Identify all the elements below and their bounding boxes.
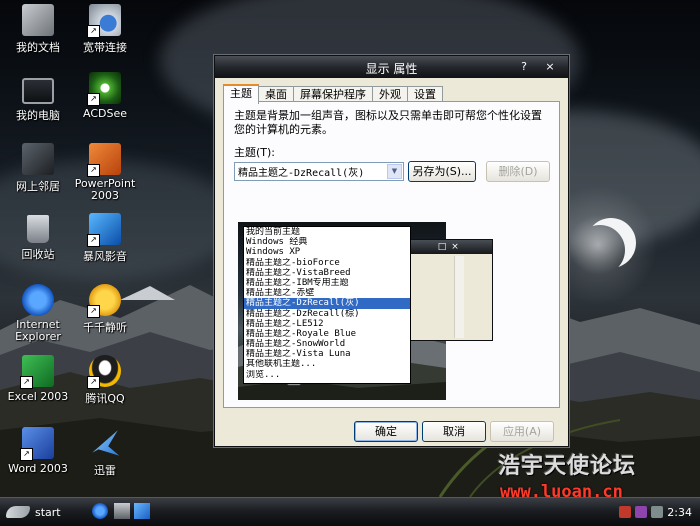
network-neighborhood-icon xyxy=(22,143,54,175)
theme-option[interactable]: 精品主题之-赤壁 xyxy=(244,288,410,298)
quicklaunch-browser-icon[interactable] xyxy=(134,503,150,519)
theme-option[interactable]: 精品主题之-DzRecall(棕) xyxy=(244,309,410,319)
tray-security-icon[interactable] xyxy=(619,506,632,518)
desktop-icon-label: 迅雷 xyxy=(94,464,116,477)
documents-folder-icon xyxy=(22,4,54,36)
system-tray: 2:34 xyxy=(610,498,700,526)
desktop-icon-label: ACDSee xyxy=(83,107,127,120)
theme-option[interactable]: 精品主题之-IBM专用主题 xyxy=(244,278,410,288)
thunder-icon xyxy=(92,430,120,456)
theme-option[interactable]: 精品主题之-DzRecall(灰) xyxy=(244,298,410,309)
desktop-icon-recycle-bin[interactable]: 回收站 xyxy=(0,213,76,262)
start-button[interactable]: start xyxy=(6,502,68,522)
word-icon: ↗ xyxy=(20,427,54,461)
chevron-down-icon[interactable]: ▼ xyxy=(387,164,402,179)
desktop-icon-label: Word 2003 xyxy=(8,462,68,475)
desktop-icon-label: 我的电脑 xyxy=(16,109,60,122)
display-properties-dialog: 显示 属性 ? × 主题 桌面 屏幕保护程序 外观 设置 主题是背景加一组声音，… xyxy=(214,55,569,447)
theme-option[interactable]: Windows 经典 xyxy=(244,237,410,247)
qq-icon: ↗ xyxy=(87,355,121,389)
desktop-icon-label: Excel 2003 xyxy=(7,390,69,403)
desktop-icon-label: 腾讯QQ xyxy=(85,392,125,405)
desktop-icon-qq[interactable]: ↗ 腾讯QQ xyxy=(67,355,143,406)
tray-clock[interactable]: 2:34 xyxy=(667,506,692,519)
desktop-icon-ttplayer[interactable]: ↗ 千千静听 xyxy=(67,284,143,335)
dialog-titlebar[interactable]: 显示 属性 ? × xyxy=(215,56,568,78)
desktop-icon-thunder[interactable]: 迅雷 xyxy=(67,427,143,478)
theme-option[interactable]: 精品主题之-SnowWorld xyxy=(244,339,410,349)
powerpoint-icon: ↗ xyxy=(87,143,121,177)
tray-volume-icon[interactable] xyxy=(651,506,664,518)
quicklaunch-ie-icon[interactable] xyxy=(92,503,108,519)
theme-option[interactable]: Windows XP xyxy=(244,247,410,257)
start-label: start xyxy=(35,505,61,519)
desktop-icon-network[interactable]: 网上邻居 xyxy=(0,143,76,194)
theme-option[interactable]: 精品主题之-Royale Blue xyxy=(244,329,410,339)
themes-tab-panel: 主题是背景加一组声音，图标以及只需单击即可帮您个性化设置您的计算机的元素。 主题… xyxy=(223,101,560,408)
desktop-icon-label: 回收站 xyxy=(21,248,55,261)
watermark-site-name: 浩宇天使论坛 xyxy=(498,453,637,479)
desktop-icon-broadband[interactable]: ↗ 宽带连接 xyxy=(67,4,143,55)
close-button[interactable]: × xyxy=(542,59,558,74)
desktop-icon-label: 宽带连接 xyxy=(83,41,127,54)
help-button[interactable]: ? xyxy=(516,59,532,74)
stormplayer-icon: ↗ xyxy=(87,213,121,247)
start-logo-icon xyxy=(6,506,30,518)
desktop-icon-excel[interactable]: ↗ Excel 2003 xyxy=(0,355,76,403)
desktop-icon-internet-explorer[interactable]: Internet Explorer xyxy=(0,284,76,343)
apply-button[interactable]: 应用(A) xyxy=(490,421,554,442)
preview-close-icon: × xyxy=(451,242,459,252)
preview-scrollbar xyxy=(454,256,464,338)
desktop-icon-word[interactable]: ↗ Word 2003 xyxy=(0,427,76,475)
desktop-icon-my-documents[interactable]: 我的文档 xyxy=(0,4,76,55)
broadband-connection-icon: ↗ xyxy=(87,4,121,38)
theme-option[interactable]: 其他联机主题... xyxy=(244,359,410,369)
desktop-icon-acdsee[interactable]: ↗ ACDSee xyxy=(67,72,143,120)
excel-icon: ↗ xyxy=(20,355,54,389)
ttplayer-icon: ↗ xyxy=(87,284,121,318)
theme-option[interactable]: 精品主题之-Vista Luna xyxy=(244,349,410,359)
tab-themes[interactable]: 主题 xyxy=(223,84,259,104)
ok-button[interactable]: 确定 xyxy=(354,421,418,442)
desktop-icon-label: 千千静听 xyxy=(83,321,127,334)
theme-option[interactable]: 精品主题之-VistaBreed xyxy=(244,268,410,278)
theme-option[interactable]: 精品主题之-bioForce xyxy=(244,258,410,268)
theme-select[interactable]: 精品主题之-DzRecall(灰) ▼ xyxy=(234,162,404,181)
theme-label: 主题(T): xyxy=(234,146,276,159)
acdsee-icon: ↗ xyxy=(87,72,121,106)
preview-maximize-icon: □ xyxy=(437,242,447,252)
delete-button[interactable]: 删除(D) xyxy=(486,161,550,182)
desktop-icon-stormplayer[interactable]: ↗ 暴风影音 xyxy=(67,213,143,264)
theme-select-value: 精品主题之-DzRecall(灰) xyxy=(238,168,365,179)
save-as-button[interactable]: 另存为(S)... xyxy=(408,161,476,182)
desktop-icon-label: PowerPoint 2003 xyxy=(74,177,136,202)
desktop-icon-label: Internet Explorer xyxy=(15,318,61,343)
desktop-icon-label: 网上邻居 xyxy=(16,180,60,193)
recycle-bin-icon xyxy=(27,215,49,243)
desktop-icon-my-computer[interactable]: 我的电脑 xyxy=(0,72,76,123)
theme-option[interactable]: 我的当前主题 xyxy=(244,227,410,237)
desktop-icon-label: 暴风影音 xyxy=(83,250,127,263)
internet-explorer-icon xyxy=(22,284,54,316)
quicklaunch-show-desktop-icon[interactable] xyxy=(114,503,130,519)
taskbar: start 2:34 xyxy=(0,497,700,526)
desktop-icon-powerpoint[interactable]: ↗ PowerPoint 2003 xyxy=(67,143,143,202)
tray-network-icon[interactable] xyxy=(635,506,648,518)
theme-dropdown-list[interactable]: 我的当前主题 Windows 经典 Windows XP 精品主题之-bioForce… xyxy=(243,226,411,384)
theme-option[interactable]: 浏览... xyxy=(244,370,410,380)
computer-icon xyxy=(22,78,54,104)
cancel-button[interactable]: 取消 xyxy=(422,421,486,442)
desktop-icon-label: 我的文档 xyxy=(16,41,60,54)
theme-option[interactable]: 精品主题之-LE512 xyxy=(244,319,410,329)
tab-strip: 主题 桌面 屏幕保护程序 外观 设置 xyxy=(223,84,443,104)
theme-description: 主题是背景加一组声音，图标以及只需单击即可帮您个性化设置您的计算机的元素。 xyxy=(234,109,542,136)
